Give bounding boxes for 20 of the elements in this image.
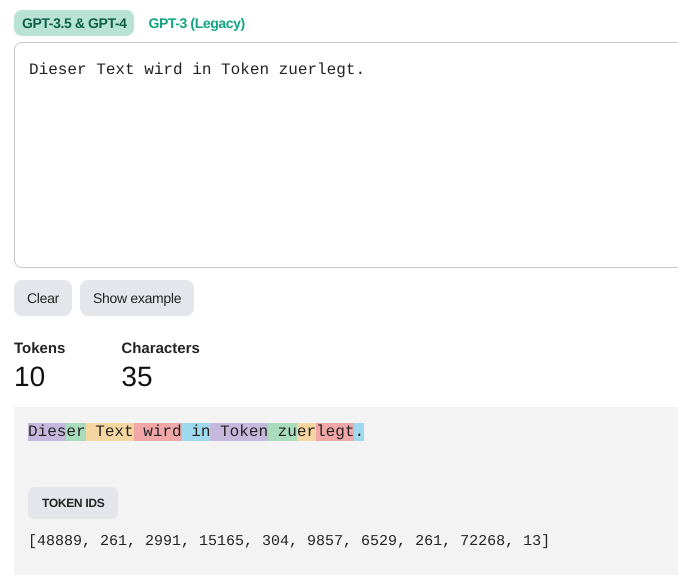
token: legt bbox=[316, 423, 354, 441]
token: in bbox=[182, 423, 210, 441]
token: Text bbox=[86, 423, 134, 441]
token: Token bbox=[210, 423, 268, 441]
stat-value: 10 bbox=[14, 361, 46, 393]
model-tab[interactable]: GPT-3.5 & GPT-4 bbox=[14, 10, 134, 36]
show-example-button[interactable]: Show example bbox=[80, 280, 194, 316]
token: . bbox=[354, 423, 364, 441]
input-field[interactable]: Dieser Text wird in Token zuerlegt. bbox=[14, 42, 678, 268]
token: zu bbox=[268, 423, 297, 441]
stat-label: Tokens bbox=[14, 340, 66, 357]
token: er bbox=[296, 423, 316, 441]
stat-label: Characters bbox=[121, 340, 200, 357]
token-ids-text: [48889, 261, 2991, 15165, 304, 9857, 6529, 261, 72268, 13] bbox=[28, 533, 552, 550]
clear-button[interactable]: Clear bbox=[14, 280, 72, 316]
token: wird bbox=[134, 423, 182, 441]
token: Dies bbox=[28, 423, 66, 441]
token-ids-button[interactable]: TOKEN IDS bbox=[28, 487, 118, 519]
stat-value: 35 bbox=[121, 361, 154, 393]
token: er bbox=[66, 423, 86, 441]
